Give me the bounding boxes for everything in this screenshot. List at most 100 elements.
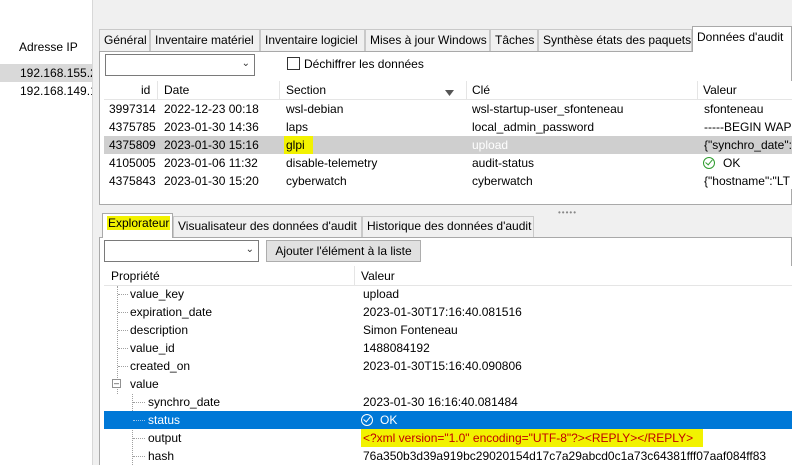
table-row[interactable]: 4105005 2023-01-06 11:32 disable-telemet… (104, 154, 792, 172)
tree-line (118, 366, 128, 367)
tree-line (133, 438, 145, 439)
splitter-grip-icon[interactable]: ••••• (558, 208, 577, 217)
cell-date: 2023-01-30 15:16 (164, 138, 259, 152)
tab-hardware-inventory[interactable]: Inventaire matériel (150, 29, 260, 51)
cell-section: cyberwatch (286, 174, 347, 188)
tab-general[interactable]: Général (99, 29, 150, 51)
col-header-value[interactable]: Valeur (703, 83, 737, 97)
vertical-splitter[interactable] (92, 0, 98, 465)
ip-value: 192.168.155.2 (20, 66, 92, 80)
property-tree[interactable]: Propriété Valeur value_key upload expira… (104, 266, 792, 465)
property-name: value_id (130, 341, 175, 355)
table-row[interactable]: 4375843 2023-01-30 15:20 cyberwatch cybe… (104, 172, 792, 189)
column-divider[interactable] (697, 81, 698, 100)
col-header-section[interactable]: Section (286, 83, 326, 97)
cell-value: sfonteneau (704, 102, 764, 116)
tree-row[interactable]: description Simon Fonteneau (104, 321, 792, 339)
property-name: description (130, 323, 189, 337)
tab-audit-data[interactable]: Données d'audit (692, 26, 792, 52)
cell-key: upload (472, 138, 509, 152)
grid-header: id Date Section Clé Valeur (104, 81, 792, 100)
cell-key: wsl-startup-user_sfonteneau (472, 102, 624, 116)
cell-id: 4105005 (109, 156, 156, 170)
audit-data-grid[interactable]: id Date Section Clé Valeur 3997314 2022-… (104, 81, 792, 189)
tree-row[interactable]: output <?xml version="1.0" encoding="UTF… (104, 429, 792, 447)
cell-date: 2023-01-30 15:20 (164, 174, 259, 188)
tree-line (133, 420, 145, 421)
table-row[interactable]: 3997314 2022-12-23 00:18 wsl-debian wsl-… (104, 100, 792, 118)
col-header-date[interactable]: Date (164, 83, 189, 97)
tab-software-inventory[interactable]: Inventaire logiciel (260, 29, 365, 51)
ip-column-header[interactable]: Adresse IP (0, 0, 92, 62)
col-header-property[interactable]: Propriété (111, 269, 160, 283)
property-value: 2023-01-30T15:16:40.090806 (363, 359, 522, 373)
ip-row[interactable]: 192.168.149.1 (0, 82, 92, 100)
tab-audit-history[interactable]: Historique des données d'audit (362, 216, 534, 237)
explorer-combo[interactable]: ⌄ (104, 240, 259, 262)
ip-value: 192.168.149.1 (20, 84, 92, 98)
tree-line (118, 312, 128, 313)
cell-key: cyberwatch (472, 174, 533, 188)
cell-value: {"hostname":"LT (704, 174, 790, 188)
tab-label: Visualisateur des données d'audit (178, 219, 357, 233)
property-value: 76a350b3d39a919bc29020154d17c7a29abcd0c1… (363, 449, 767, 463)
tab-label: Explorateur (107, 216, 171, 230)
tree-row[interactable]: hash 76a350b3d39a919bc29020154d17c7a29ab… (104, 447, 792, 465)
add-to-list-button[interactable]: Ajouter l'élément à la liste (266, 240, 421, 262)
cell-key: audit-status (472, 156, 535, 170)
ip-address-list[interactable]: Adresse IP 192.168.155.2 192.168.149.1 (0, 0, 92, 465)
cell-section: disable-telemetry (286, 156, 378, 170)
tree-row[interactable]: value_id 1488084192 (104, 339, 792, 357)
audit-filter-combo[interactable]: ⌄ (105, 54, 255, 76)
tree-line (118, 330, 128, 331)
property-name: value_key (130, 287, 185, 301)
decrypt-label: Déchiffrer les données (304, 57, 424, 71)
table-row-selected[interactable]: 4375809 2023-01-30 15:16 glpi upload {"s… (104, 136, 792, 154)
decrypt-checkbox[interactable] (287, 57, 300, 70)
cell-value: {"synchro_date": (704, 138, 792, 152)
cell-id: 4375809 (109, 138, 156, 152)
col-header-value[interactable]: Valeur (361, 269, 395, 283)
cell-id: 3997314 (109, 102, 156, 116)
tree-header: Propriété Valeur (104, 266, 792, 286)
column-divider[interactable] (279, 81, 280, 100)
collapse-icon[interactable]: – (112, 379, 121, 388)
column-divider[interactable] (466, 81, 467, 100)
tree-row-expandable[interactable]: – value (104, 375, 792, 393)
property-name: hash (148, 449, 175, 463)
ip-row[interactable]: 192.168.155.2 (0, 64, 92, 82)
tree-row[interactable]: value_key upload (104, 285, 792, 303)
tab-package-status[interactable]: Synthèse états des paquets (538, 29, 692, 51)
tab-windows-updates[interactable]: Mises à jour Windows (365, 29, 490, 51)
sort-arrow-icon[interactable] (445, 85, 454, 99)
tree-row[interactable]: synchro_date 2023-01-30 16:16:40.081484 (104, 393, 792, 411)
tab-label: Mises à jour Windows (370, 33, 487, 47)
column-divider[interactable] (157, 81, 158, 100)
ip-column-header-label: Adresse IP (19, 40, 78, 54)
cell-section: laps (286, 120, 309, 134)
tree-line (118, 294, 128, 295)
cell-date: 2023-01-06 11:32 (164, 156, 258, 170)
col-header-key[interactable]: Clé (472, 83, 490, 97)
property-value: <?xml version="1.0" encoding="UTF-8"?><R… (361, 429, 704, 447)
tab-label: Général (104, 33, 147, 47)
tree-row[interactable]: expiration_date 2023-01-30T17:16:40.0815… (104, 303, 792, 321)
property-name: output (148, 431, 182, 445)
tab-explorer[interactable]: Explorateur (102, 213, 173, 238)
chevron-down-icon: ⌄ (245, 244, 254, 255)
tree-row[interactable]: created_on 2023-01-30T15:16:40.090806 (104, 357, 792, 375)
tab-label: Synthèse états des paquets (543, 33, 692, 47)
add-to-list-label: Ajouter l'élément à la liste (275, 244, 412, 258)
table-row[interactable]: 4375785 2023-01-30 14:36 laps local_admi… (104, 118, 792, 136)
property-value: Simon Fonteneau (363, 323, 458, 337)
cell-value: -----BEGIN WAP (704, 120, 792, 134)
tree-row-selected[interactable]: status OK (104, 411, 792, 429)
tab-audit-viewer[interactable]: Visualisateur des données d'audit (173, 216, 362, 237)
cell-value: OK (723, 156, 741, 170)
cell-date: 2023-01-30 14:36 (164, 120, 259, 134)
tab-label: Inventaire logiciel (265, 33, 358, 47)
cell-key: local_admin_password (472, 120, 595, 134)
tab-tasks[interactable]: Tâches (490, 29, 538, 51)
column-divider[interactable] (354, 266, 355, 286)
col-header-id[interactable]: id (141, 83, 150, 97)
